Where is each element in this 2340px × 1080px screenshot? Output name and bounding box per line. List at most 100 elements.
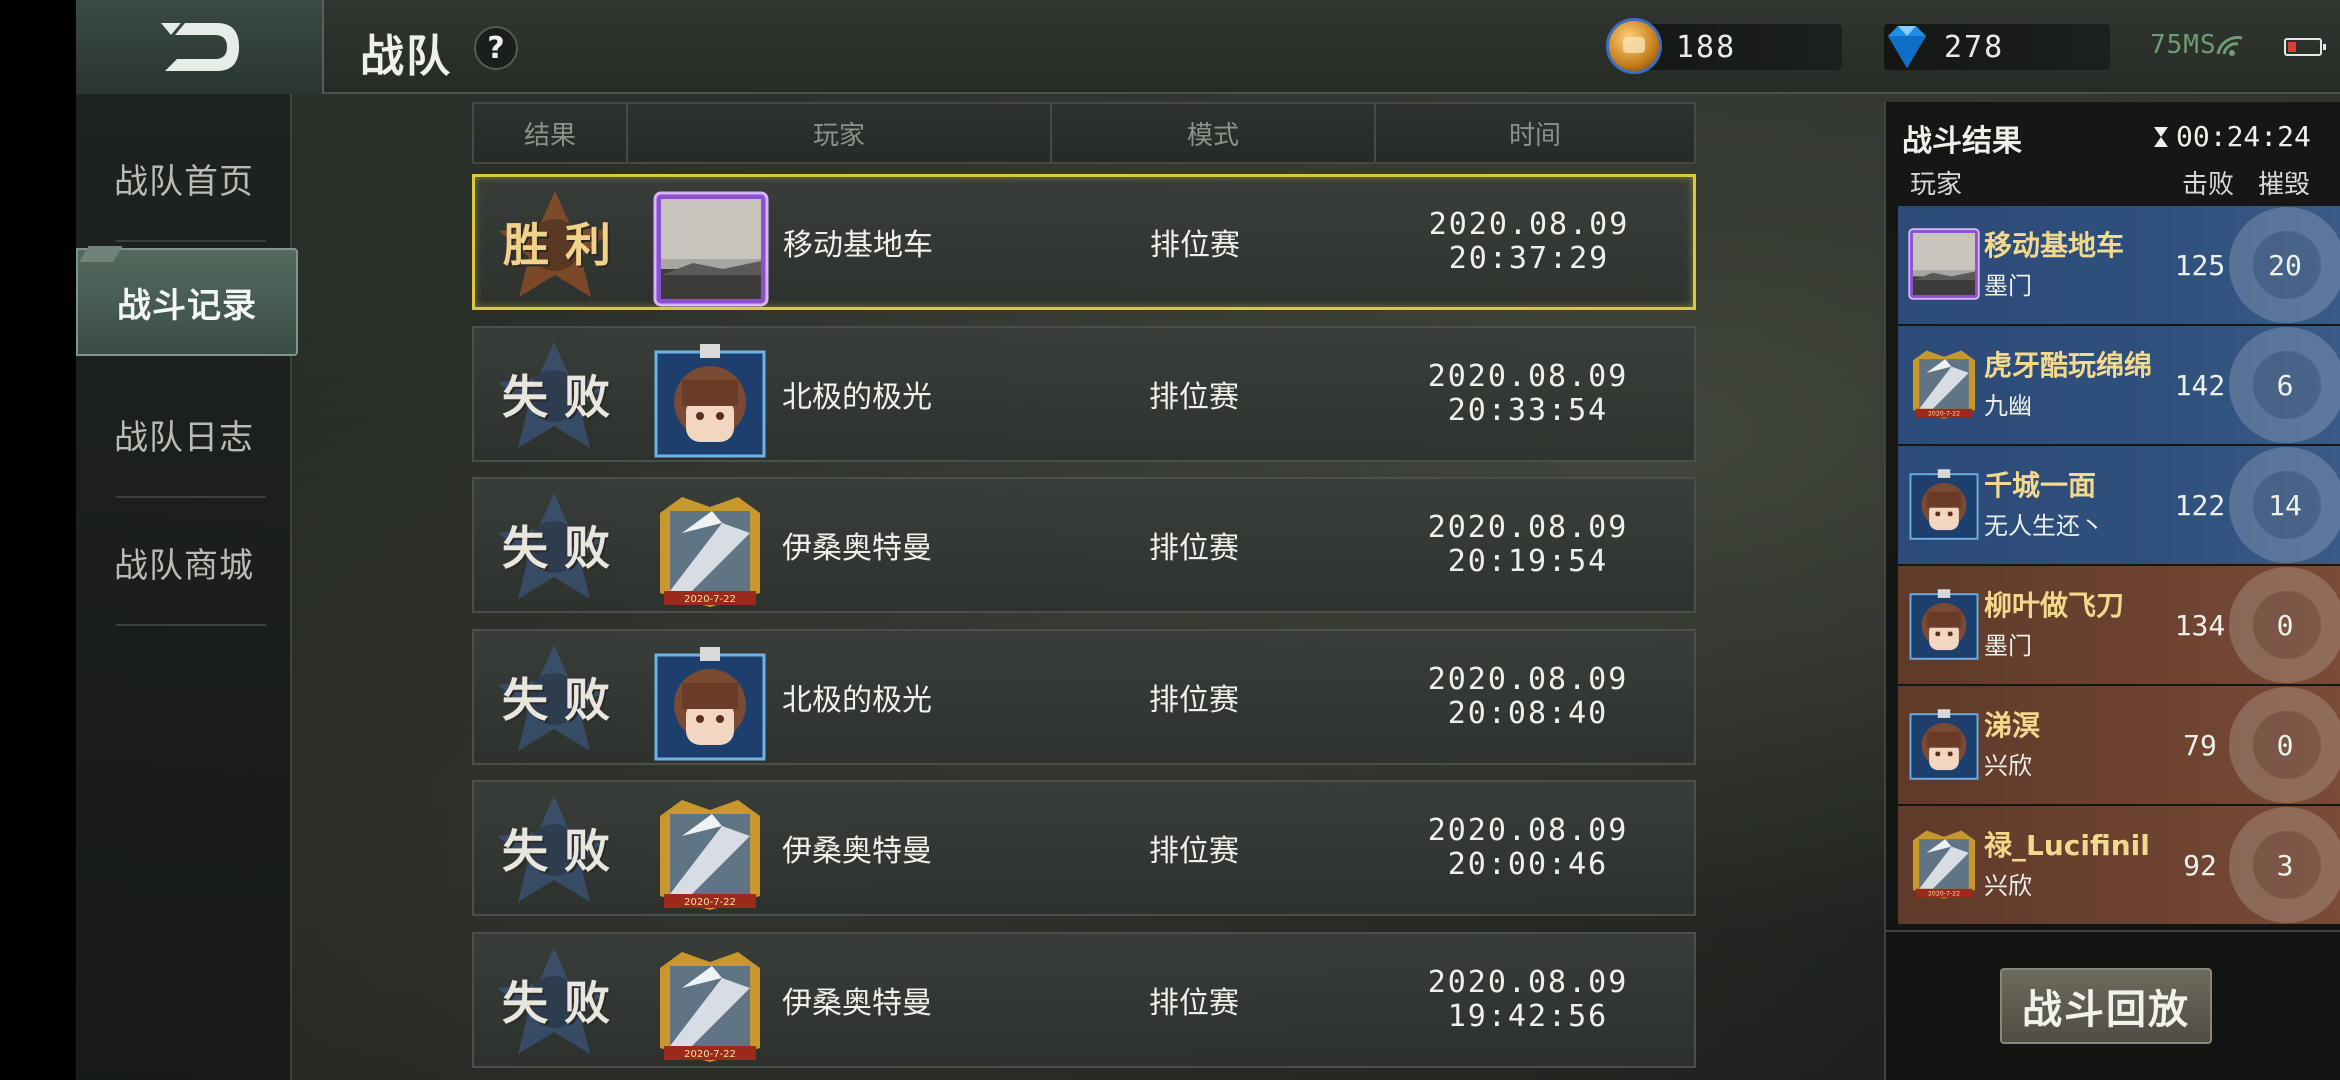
- player-avatar[interactable]: 2020-7-22: [652, 948, 768, 1064]
- battle-duration-value: 00:24:24: [2176, 120, 2311, 153]
- gold-currency[interactable]: 188: [1606, 18, 1842, 74]
- record-player-name: 伊桑奥特曼: [782, 531, 932, 567]
- player-avatar[interactable]: [1908, 578, 1980, 670]
- svg-text:2020-7-22: 2020-7-22: [1928, 891, 1960, 898]
- column-header-player: 玩家: [628, 104, 1052, 162]
- record-row[interactable]: 失败 2020-7-22 伊桑奥特曼 排位赛 2020.08.09 20:00:46: [472, 780, 1696, 917]
- result-player-kills: 92: [2183, 848, 2217, 882]
- record-row[interactable]: 失败 2020-7-22 伊桑奥特曼 排位赛 2020.08.09 20:19:54: [472, 477, 1696, 614]
- record-row[interactable]: 失败 北极的极光 排位赛 2020.08.09 20:33:54: [472, 325, 1696, 462]
- panel-divider: [1884, 930, 2340, 932]
- player-avatar[interactable]: 2020-7-22: [652, 493, 768, 609]
- result-player-kills: 125: [2174, 248, 2226, 282]
- result-player-kills: 134: [2174, 608, 2226, 642]
- record-clock: 20:33:54: [1447, 392, 1609, 428]
- record-time: 2020.08.09 20:33:54: [1378, 328, 1678, 460]
- diamond-amount: 278: [1944, 29, 2005, 65]
- nav-item-team-shop[interactable]: 战队商城: [76, 508, 292, 616]
- player-avatar[interactable]: [652, 342, 768, 458]
- record-date: 2020.08.09: [1427, 965, 1629, 1000]
- player-avatar[interactable]: [1908, 698, 1980, 790]
- record-result: 失败: [502, 976, 626, 1030]
- ping-readout: 75MS: [2150, 30, 2217, 60]
- record-mode: 排位赛: [1149, 682, 1239, 718]
- diamond-currency[interactable]: 278: [1884, 24, 2110, 70]
- page-title: 战队: [360, 31, 452, 82]
- result-player-kills: 122: [2174, 488, 2226, 522]
- record-clock: 20:08:40: [1447, 695, 1609, 731]
- result-player-row[interactable]: 移动基地车 墨门 125 20: [1898, 206, 2340, 324]
- result-player-name: 千城一面: [1984, 469, 2097, 502]
- top-bar: 战队 ? 188 278 75MS: [76, 0, 2340, 94]
- column-header-result: 结果: [474, 104, 628, 162]
- player-avatar[interactable]: [653, 191, 769, 307]
- record-mode: 排位赛: [1149, 379, 1239, 415]
- nav-item-battle-records[interactable]: 战斗记录: [76, 248, 298, 356]
- record-row[interactable]: 胜利 移动基地车 排位赛 2020.08.09 20:37:29: [472, 174, 1696, 310]
- record-player-name: 北极的极光: [782, 682, 932, 718]
- result-player-destroy: 0: [2276, 728, 2294, 762]
- record-date: 2020.08.09: [1427, 510, 1629, 546]
- record-date: 2020.08.09: [1427, 813, 1629, 849]
- svg-text:2020-7-22: 2020-7-22: [1928, 411, 1960, 418]
- svg-text:2020-7-22: 2020-7-22: [684, 897, 736, 908]
- result-player-name: 虎牙酷玩绵绵: [1984, 349, 2153, 382]
- result-header-kills: 击败: [2182, 170, 2235, 200]
- battle-result-title: 战斗结果: [1902, 124, 2022, 159]
- record-time: 2020.08.09 20:37:29: [1379, 177, 1679, 307]
- player-avatar[interactable]: 2020-7-22: [652, 796, 768, 912]
- result-player-team: 九幽: [1984, 392, 2032, 420]
- result-player-name: 移动基地车: [1984, 229, 2125, 262]
- player-avatar[interactable]: [652, 645, 768, 761]
- result-player-name: 禄_Lucifinil: [1984, 829, 2150, 862]
- column-header-time: 时间: [1508, 120, 1561, 151]
- nav-item-team-home[interactable]: 战队首页: [76, 124, 292, 232]
- nav-divider: [116, 624, 266, 626]
- result-player-destroy: 0: [2276, 608, 2294, 642]
- record-row[interactable]: 失败 北极的极光 排位赛 2020.08.09 20:08:40: [472, 628, 1696, 765]
- record-mode: 排位赛: [1149, 531, 1239, 567]
- result-player-row[interactable]: 2020-7-22 禄_Lucifinil 兴欣 92 3: [1898, 806, 2340, 924]
- record-player-name: 移动基地车: [783, 228, 933, 263]
- record-result: 失败: [502, 824, 626, 879]
- record-date: 2020.08.09: [1428, 207, 1630, 242]
- svg-text:2020-7-22: 2020-7-22: [684, 1049, 736, 1060]
- player-avatar[interactable]: 2020-7-22: [1908, 818, 1980, 910]
- nav-item-team-log[interactable]: 战队日志: [76, 380, 292, 488]
- player-avatar[interactable]: [1908, 218, 1980, 310]
- screen: 战队 ? 188 278 75MS 战队首页 战斗记录 战队日志 战队商城 结果…: [0, 0, 2340, 1080]
- result-player-row[interactable]: 柳叶做飞刀 墨门 134 0: [1898, 566, 2340, 684]
- hourglass-icon: [2154, 126, 2168, 147]
- record-time: 2020.08.09 20:19:54: [1378, 479, 1678, 611]
- record-mode: 排位赛: [1149, 834, 1239, 870]
- result-player-name: 涕溟: [1984, 709, 2041, 742]
- back-arrow-icon: [161, 23, 239, 71]
- result-player-team: 兴欣: [1984, 752, 2032, 780]
- result-player-row[interactable]: 千城一面 无人生还丶 122 14: [1898, 446, 2340, 564]
- result-player-row[interactable]: 2020-7-22 虎牙酷玩绵绵 九幽 142 6: [1898, 326, 2340, 444]
- record-time: 2020.08.09 20:00:46: [1378, 782, 1678, 914]
- back-button[interactable]: [76, 0, 324, 94]
- result-header-destroy: 摧毁: [2258, 170, 2311, 200]
- result-player-team: 墨门: [1984, 272, 2032, 300]
- record-mode: 排位赛: [1150, 228, 1240, 263]
- record-date: 2020.08.09: [1427, 661, 1629, 697]
- record-result: 失败: [502, 521, 626, 576]
- player-avatar[interactable]: [1908, 458, 1980, 550]
- result-header-player: 玩家: [1910, 170, 1963, 200]
- result-player-row[interactable]: 涕溟 兴欣 79 0: [1898, 686, 2340, 804]
- battle-result-panel: 战斗结果 00:24:24 玩家 击败 摧毁 移动基地车 墨门 125 20 2020-…: [1884, 102, 2340, 1080]
- record-date: 2020.08.09: [1427, 358, 1629, 394]
- battery-icon: [2284, 38, 2326, 56]
- records-table-header: 结果 玩家 模式 时间: [472, 102, 1696, 164]
- battle-duration: 00:24:24: [2152, 120, 2311, 153]
- game-view: 战队 ? 188 278 75MS 战队首页 战斗记录 战队日志 战队商城 结果…: [76, 0, 2340, 1080]
- record-player-name: 伊桑奥特曼: [782, 834, 932, 870]
- battle-replay-button[interactable]: 战斗回放: [2000, 968, 2212, 1044]
- player-avatar[interactable]: 2020-7-22: [1908, 338, 1980, 430]
- help-icon[interactable]: ?: [474, 26, 518, 70]
- result-player-destroy: 3: [2276, 848, 2294, 882]
- result-player-team: 墨门: [1984, 632, 2032, 660]
- record-result: 失败: [502, 369, 626, 424]
- record-row[interactable]: 失败 2020-7-22 伊桑奥特曼 排位赛 2020.08.09 19:42:56: [472, 932, 1696, 1068]
